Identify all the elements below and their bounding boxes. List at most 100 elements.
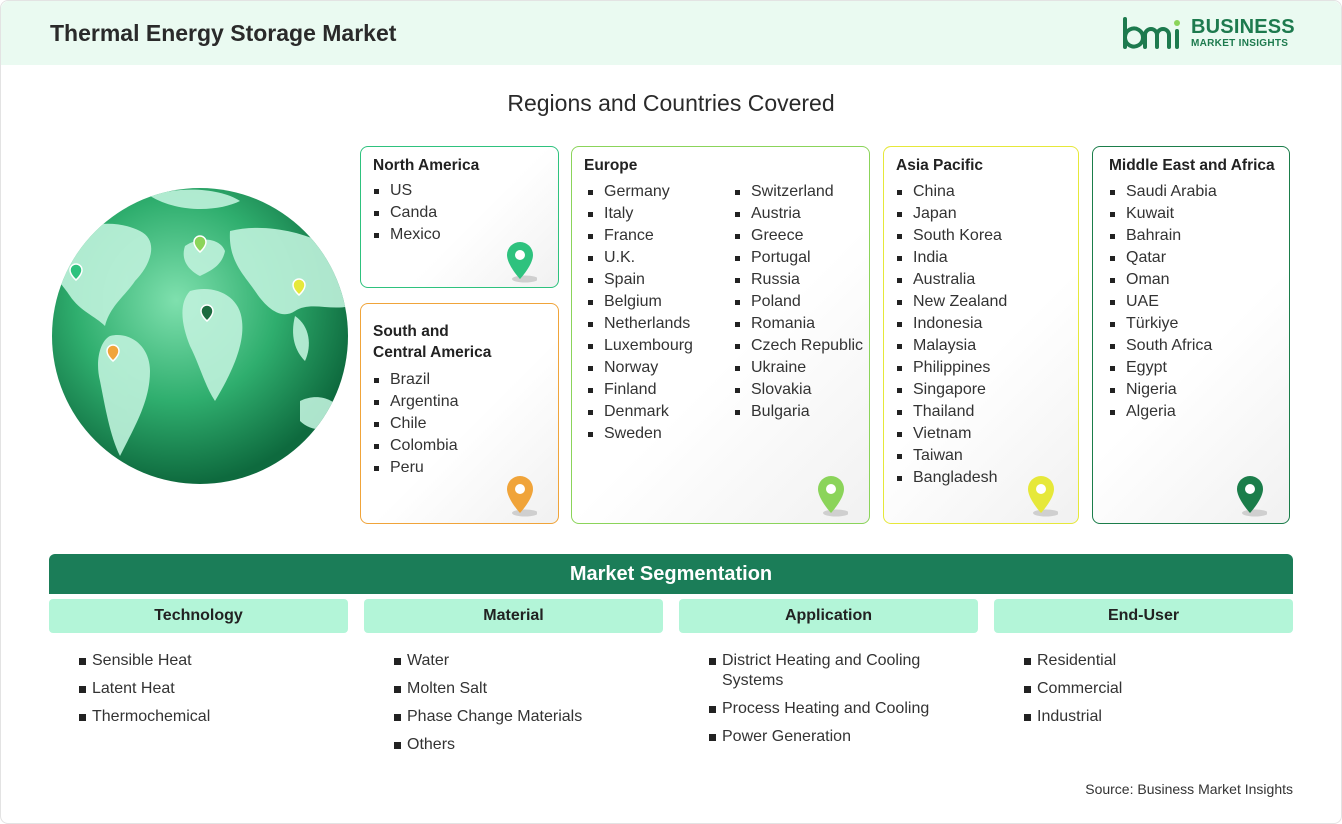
page-header: Thermal Energy Storage Market BUSINESS M… bbox=[1, 1, 1341, 65]
segment-item: Sensible Heat bbox=[78, 651, 338, 671]
country-item: Poland bbox=[734, 291, 863, 313]
country-item: Mexico bbox=[373, 224, 441, 246]
country-list: Saudi Arabia Kuwait Bahrain Qatar Oman U… bbox=[1109, 181, 1217, 423]
location-pin-icon bbox=[507, 476, 537, 517]
country-item: Austria bbox=[734, 203, 863, 225]
country-item: Indonesia bbox=[896, 313, 1007, 335]
country-item: Thailand bbox=[896, 401, 1007, 423]
regions-title: Regions and Countries Covered bbox=[507, 90, 835, 116]
country-item: Qatar bbox=[1109, 247, 1217, 269]
country-item: Türkiye bbox=[1109, 313, 1217, 335]
segment-item: Thermochemical bbox=[78, 707, 338, 727]
country-list-col2: Switzerland Austria Greece Portugal Russ… bbox=[734, 181, 863, 423]
country-item: Netherlands bbox=[587, 313, 693, 335]
country-item: Slovakia bbox=[734, 379, 863, 401]
country-item: France bbox=[587, 225, 693, 247]
page-title: Thermal Energy Storage Market bbox=[50, 20, 397, 46]
country-item: Italy bbox=[587, 203, 693, 225]
location-pin-icon bbox=[1028, 476, 1058, 517]
bmi-logo[interactable]: BUSINESS MARKET INSIGHTS bbox=[1121, 15, 1301, 55]
country-item: Peru bbox=[373, 457, 459, 479]
country-item: Algeria bbox=[1109, 401, 1217, 423]
country-item: Egypt bbox=[1109, 357, 1217, 379]
segment-list-application: District Heating and Cooling Systems Pro… bbox=[708, 651, 958, 755]
country-item: Oman bbox=[1109, 269, 1217, 291]
segment-heading-material: Material bbox=[364, 599, 663, 633]
segment-list-end-user: Residential Commercial Industrial bbox=[1023, 651, 1283, 735]
country-item: Malaysia bbox=[896, 335, 1007, 357]
segment-item: District Heating and Cooling Systems bbox=[708, 651, 958, 691]
country-item: Philippines bbox=[896, 357, 1007, 379]
country-item: Canda bbox=[373, 202, 441, 224]
country-item: Saudi Arabia bbox=[1109, 181, 1217, 203]
region-title: Asia Pacific bbox=[896, 157, 984, 174]
country-item: Belgium bbox=[587, 291, 693, 313]
country-item: Finland bbox=[587, 379, 693, 401]
country-item: U.K. bbox=[587, 247, 693, 269]
country-item: South Africa bbox=[1109, 335, 1217, 357]
region-card-north-america: North America US Canda Mexico bbox=[360, 146, 559, 288]
country-item: Luxembourg bbox=[587, 335, 693, 357]
country-list: US Canda Mexico bbox=[373, 180, 441, 246]
segment-heading-application: Application bbox=[679, 599, 978, 633]
country-item: Taiwan bbox=[896, 445, 1007, 467]
country-item: Norway bbox=[587, 357, 693, 379]
region-card-middle-east-africa: Middle East and Africa Saudi Arabia Kuwa… bbox=[1092, 146, 1290, 524]
country-item: Vietnam bbox=[896, 423, 1007, 445]
country-item: Romania bbox=[734, 313, 863, 335]
segment-item: Residential bbox=[1023, 651, 1283, 671]
country-item: Germany bbox=[587, 181, 693, 203]
segment-item: Others bbox=[393, 735, 653, 755]
region-title: North America bbox=[373, 157, 480, 174]
country-item: Portugal bbox=[734, 247, 863, 269]
country-list: China Japan South Korea India Australia … bbox=[896, 181, 1007, 489]
location-pin-icon bbox=[818, 476, 848, 517]
country-item: Switzerland bbox=[734, 181, 863, 203]
country-item: Argentina bbox=[373, 391, 459, 413]
source-note: Source: Business Market Insights bbox=[1085, 781, 1293, 797]
country-item: Nigeria bbox=[1109, 379, 1217, 401]
country-item: Singapore bbox=[896, 379, 1007, 401]
region-title: Europe bbox=[584, 157, 638, 174]
region-card-europe: Europe Germany Italy France U.K. Spain B… bbox=[571, 146, 870, 524]
segment-item: Commercial bbox=[1023, 679, 1283, 699]
country-item: Ukraine bbox=[734, 357, 863, 379]
country-item: US bbox=[373, 180, 441, 202]
country-item: Greece bbox=[734, 225, 863, 247]
segment-heading-end-user: End-User bbox=[994, 599, 1293, 633]
country-item: China bbox=[896, 181, 1007, 203]
country-item: Bangladesh bbox=[896, 467, 1007, 489]
globe-icon bbox=[52, 188, 348, 484]
country-item: Denmark bbox=[587, 401, 693, 423]
segment-list-technology: Sensible Heat Latent Heat Thermochemical bbox=[78, 651, 338, 735]
country-item: Czech Republic bbox=[734, 335, 863, 357]
logo-text-market-insights: MARKET INSIGHTS bbox=[1191, 38, 1289, 49]
region-card-south-central-america: South and Central America Brazil Argenti… bbox=[360, 303, 559, 524]
country-item: Brazil bbox=[373, 369, 459, 391]
segment-list-material: Water Molten Salt Phase Change Materials… bbox=[393, 651, 653, 763]
country-item: Spain bbox=[587, 269, 693, 291]
logo-text-business: BUSINESS bbox=[1191, 16, 1295, 38]
segment-item: Water bbox=[393, 651, 653, 671]
country-item: Kuwait bbox=[1109, 203, 1217, 225]
country-list-col1: Germany Italy France U.K. Spain Belgium … bbox=[587, 181, 693, 445]
country-item: UAE bbox=[1109, 291, 1217, 313]
country-item: New Zealand bbox=[896, 291, 1007, 313]
segment-item: Molten Salt bbox=[393, 679, 653, 699]
country-item: Australia bbox=[896, 269, 1007, 291]
country-item: Bahrain bbox=[1109, 225, 1217, 247]
country-item: Chile bbox=[373, 413, 459, 435]
country-item: South Korea bbox=[896, 225, 1007, 247]
country-item: Russia bbox=[734, 269, 863, 291]
country-item: Bulgaria bbox=[734, 401, 863, 423]
location-pin-icon bbox=[507, 242, 537, 283]
segmentation-title: Market Segmentation bbox=[49, 554, 1293, 594]
region-card-asia-pacific: Asia Pacific China Japan South Korea Ind… bbox=[883, 146, 1079, 524]
country-item: Japan bbox=[896, 203, 1007, 225]
region-title-line1: South and bbox=[373, 323, 449, 340]
segment-item: Latent Heat bbox=[78, 679, 338, 699]
country-item: India bbox=[896, 247, 1007, 269]
country-item: Colombia bbox=[373, 435, 459, 457]
segment-item: Process Heating and Cooling bbox=[708, 699, 958, 719]
segment-heading-technology: Technology bbox=[49, 599, 348, 633]
